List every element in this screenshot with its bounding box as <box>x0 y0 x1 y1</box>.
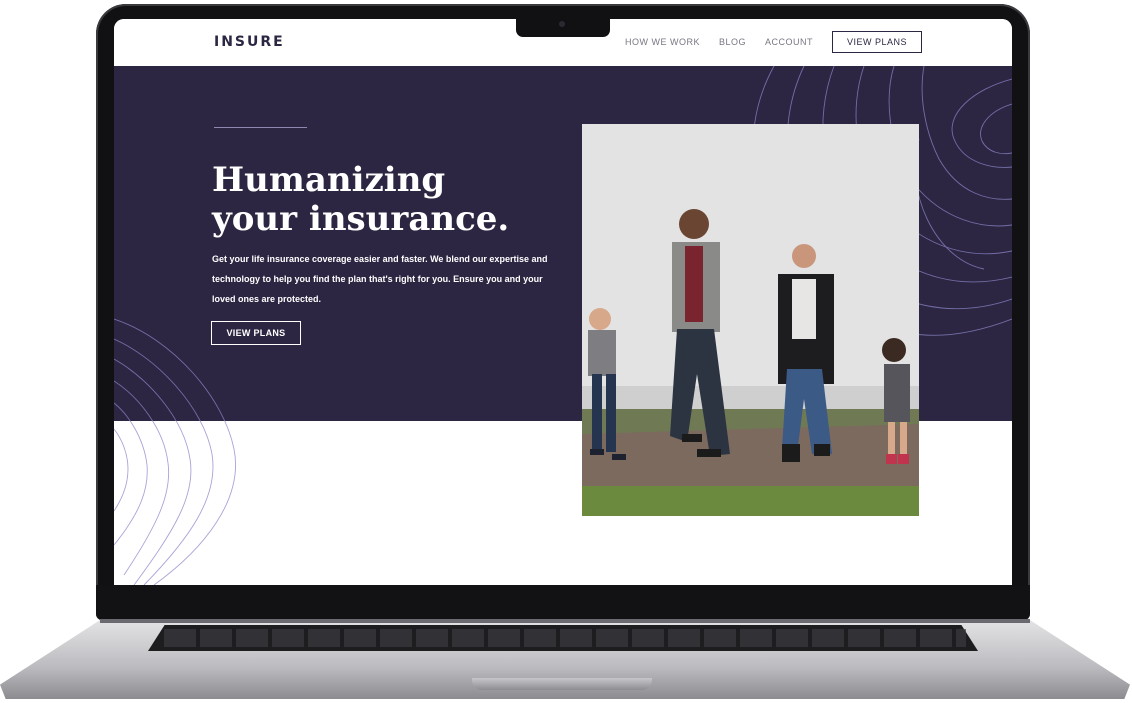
family-photo-illustration <box>582 124 919 516</box>
main-nav: HOW WE WORK BLOG ACCOUNT VIEW PLANS <box>625 31 922 53</box>
nav-link-how-we-work[interactable]: HOW WE WORK <box>625 37 700 47</box>
hero-title-line-1: Humanizing <box>212 160 446 200</box>
laptop-screen: INSURE HOW WE WORK BLOG ACCOUNT VIEW PLA… <box>114 19 1012 585</box>
camera-icon <box>559 21 565 27</box>
laptop-front-notch <box>472 678 652 690</box>
laptop-hinge <box>100 619 1030 623</box>
keyboard-keys <box>160 629 966 647</box>
laptop-chin <box>96 585 1030 621</box>
hero-divider <box>214 127 307 128</box>
hero-title-line-2: your insurance. <box>212 199 510 239</box>
laptop-mockup: INSURE HOW WE WORK BLOG ACCOUNT VIEW PLA… <box>0 0 1132 703</box>
hero-title: Humanizing your insurance. <box>212 161 552 239</box>
hero-description: Get your life insurance coverage easier … <box>212 254 548 304</box>
nav-view-plans-button[interactable]: VIEW PLANS <box>831 31 922 53</box>
hero-view-plans-button[interactable]: VIEW PLANS <box>211 321 301 345</box>
family-walking-photo <box>582 124 919 516</box>
nav-link-account[interactable]: ACCOUNT <box>765 37 813 47</box>
nav-link-blog[interactable]: BLOG <box>719 37 746 47</box>
camera-notch <box>516 17 610 37</box>
site-logo[interactable]: INSURE <box>214 34 285 50</box>
